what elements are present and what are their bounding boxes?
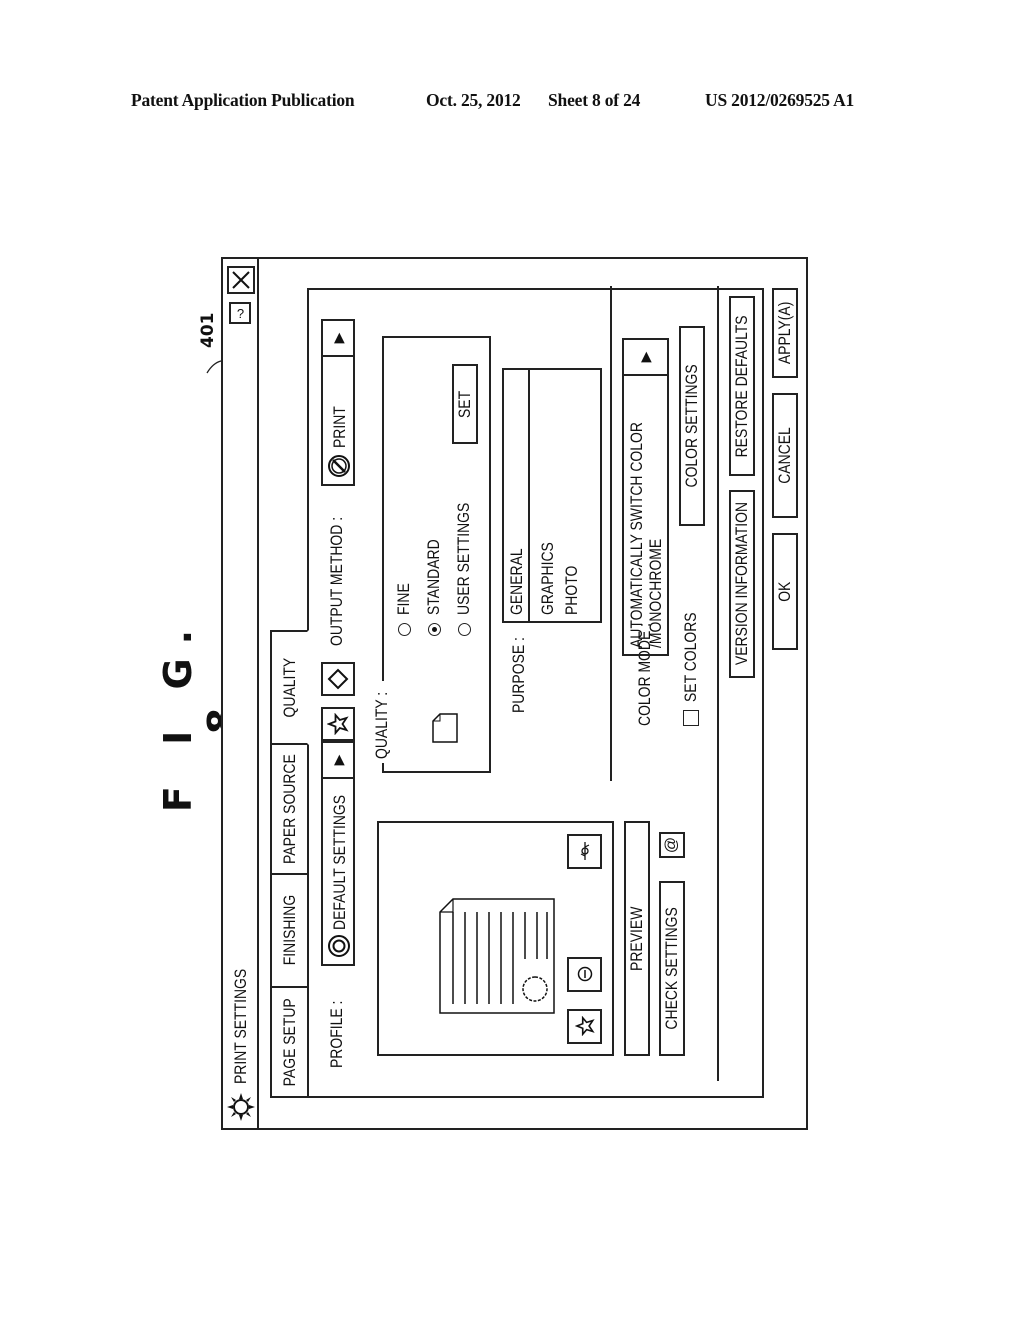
version-information-button[interactable]: VERSION INFORMATION bbox=[729, 490, 755, 678]
sheet-number: Sheet 8 of 24 bbox=[548, 90, 641, 110]
cancel-button[interactable]: CANCEL bbox=[772, 393, 798, 518]
separator bbox=[610, 286, 612, 781]
document-icon bbox=[439, 898, 555, 1014]
star-icon bbox=[574, 1016, 595, 1037]
radio-dot bbox=[457, 623, 471, 636]
preview-info-button[interactable] bbox=[567, 957, 602, 992]
gear-sun-icon bbox=[227, 1093, 255, 1121]
radio-dot-selected bbox=[427, 623, 441, 636]
help-icon: ? bbox=[236, 305, 244, 321]
checkbox-box bbox=[683, 710, 699, 726]
close-icon bbox=[232, 271, 250, 289]
quality-group: QUALITY : FINE STANDARD USER SETTINGS SE… bbox=[372, 336, 491, 773]
color-mode-value-line1: AUTOMATICALLY SWITCH COLOR bbox=[627, 422, 646, 648]
radio-standard[interactable]: STANDARD bbox=[424, 523, 444, 636]
apply-button[interactable]: APPLY(A) bbox=[772, 288, 798, 378]
purpose-item-photo[interactable]: PHOTO bbox=[562, 566, 582, 615]
quality-tab-panel: PROFILE : DEFAULT SETTINGS ▶ OUTPUT METH… bbox=[307, 286, 764, 1098]
check-settings-button[interactable]: CHECK SETTINGS bbox=[659, 881, 685, 1056]
purpose-label: PURPOSE : bbox=[509, 637, 528, 713]
color-mode-value-line2: /MONOCHROME bbox=[646, 538, 665, 648]
preview-button[interactable]: PREVIEW bbox=[624, 821, 650, 1056]
set-colors-checkbox[interactable]: SET COLORS bbox=[681, 593, 701, 726]
close-button[interactable] bbox=[227, 266, 255, 294]
chevron-down-icon: ▶ bbox=[624, 340, 667, 376]
restore-defaults-button[interactable]: RESTORE DEFAULTS bbox=[729, 296, 755, 476]
page-icon bbox=[432, 713, 458, 743]
prohibited-icon bbox=[328, 455, 350, 477]
radio-fine[interactable]: FINE bbox=[394, 576, 414, 636]
usb-icon bbox=[580, 842, 589, 861]
target-icon bbox=[328, 935, 350, 957]
purpose-item-graphics[interactable]: GRAPHICS bbox=[538, 542, 558, 615]
preview-usb-button[interactable] bbox=[567, 834, 602, 869]
preview-star-button[interactable] bbox=[567, 1009, 602, 1044]
output-method-dropdown[interactable]: PRINT ▶ bbox=[321, 319, 355, 486]
add-profile-button[interactable] bbox=[321, 707, 355, 741]
output-method-label: OUTPUT METHOD : bbox=[327, 516, 346, 646]
profile-dropdown[interactable]: DEFAULT SETTINGS ▶ bbox=[321, 741, 355, 966]
chevron-down-icon: ▶ bbox=[323, 321, 353, 357]
at-icon: @ bbox=[663, 836, 680, 854]
preview-panel bbox=[377, 821, 614, 1056]
diamond-icon bbox=[327, 668, 349, 690]
set-button[interactable]: SET bbox=[452, 364, 478, 444]
tab-paper-source[interactable]: PAPER SOURCE bbox=[270, 743, 307, 875]
info-icon bbox=[577, 967, 592, 982]
title-bar: PRINT SETTINGS ? bbox=[223, 259, 259, 1128]
at-button[interactable]: @ bbox=[659, 832, 685, 858]
quality-label: QUALITY : bbox=[372, 691, 391, 759]
profile-label: PROFILE : bbox=[327, 1000, 346, 1068]
edit-profile-button[interactable] bbox=[321, 662, 355, 696]
separator bbox=[717, 286, 719, 1081]
chevron-down-icon: ▶ bbox=[323, 743, 353, 779]
publication-label: Patent Application Publication bbox=[131, 90, 355, 110]
output-method-value: PRINT bbox=[330, 406, 349, 448]
publication-date: Oct. 25, 2012 bbox=[426, 90, 521, 110]
tab-page-setup[interactable]: PAGE SETUP bbox=[270, 986, 307, 1098]
tab-quality[interactable]: QUALITY bbox=[270, 630, 309, 745]
dialog-title: PRINT SETTINGS bbox=[231, 968, 250, 1084]
star-icon bbox=[327, 713, 349, 735]
radio-user-settings[interactable]: USER SETTINGS bbox=[454, 478, 474, 636]
patent-number: US 2012/0269525 A1 bbox=[705, 90, 855, 110]
purpose-list[interactable]: GENERAL GRAPHICS PHOTO bbox=[502, 368, 602, 623]
tab-finishing[interactable]: FINISHING bbox=[270, 873, 307, 988]
radio-dot bbox=[397, 623, 411, 636]
help-button[interactable]: ? bbox=[229, 302, 251, 324]
color-settings-button[interactable]: COLOR SETTINGS bbox=[679, 326, 705, 526]
print-settings-dialog: PRINT SETTINGS ? PAGE SETUP FINISHING PA… bbox=[221, 257, 808, 1130]
purpose-item-general[interactable]: GENERAL bbox=[504, 370, 530, 621]
profile-value: DEFAULT SETTINGS bbox=[330, 794, 349, 930]
ref-401: 401 bbox=[198, 312, 218, 349]
ok-button[interactable]: OK bbox=[772, 533, 798, 650]
color-mode-dropdown[interactable]: AUTOMATICALLY SWITCH COLOR /MONOCHROME ▶ bbox=[622, 338, 669, 656]
